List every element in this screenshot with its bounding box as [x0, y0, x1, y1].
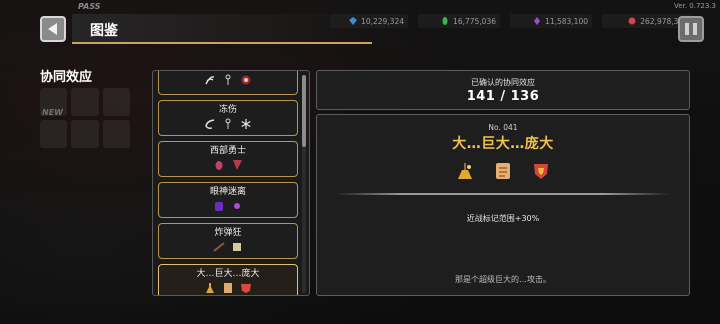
wand-icon — [225, 118, 231, 129]
leaf-icon — [442, 17, 448, 25]
detail-divider — [335, 193, 671, 195]
flask-icon[interactable] — [455, 161, 475, 181]
scroll-icon — [224, 282, 232, 293]
potion-icon — [215, 201, 223, 211]
synergy-list-item[interactable] — [158, 71, 298, 95]
currency-crystals: 11,583,100 — [510, 14, 592, 28]
crystal-icon — [534, 17, 541, 25]
synergy-list-item-selected[interactable]: 大…巨大…庞大 — [158, 264, 298, 295]
scroll-icon[interactable] — [493, 161, 513, 181]
list-scrollbar[interactable] — [302, 75, 306, 293]
list-scrollbar-thumb[interactable] — [302, 75, 306, 147]
synergy-detail-panel: No. 041 大…巨大…庞大 近战标记范围+30% 那是个超级巨大的…攻击。 — [316, 114, 690, 296]
back-arrow-icon — [48, 23, 57, 35]
pause-button[interactable] — [678, 16, 704, 42]
ghost-new-label: NEW — [42, 108, 63, 117]
currency-bar: 10,229,324 16,775,036 11,583,100 262,978… — [330, 14, 692, 30]
ruby-icon — [628, 17, 636, 25]
page-title: 图鉴 — [90, 23, 118, 39]
currency-gems: 10,229,324 — [330, 14, 408, 28]
flask-icon — [206, 282, 214, 293]
claw-icon — [205, 118, 215, 129]
synergy-list[interactable]: 冻伤 西部勇士 眼神迷离 炸弹狂 大…巨大…庞大 — [158, 71, 300, 295]
synergy-list-panel: 冻伤 西部勇士 眼神迷离 炸弹狂 大…巨大…庞大 — [152, 70, 310, 296]
synergy-component-icons — [317, 161, 689, 183]
snowflake-icon — [241, 118, 251, 129]
pause-bar-right — [693, 23, 697, 35]
synergy-list-item[interactable]: 西部勇士 — [158, 141, 298, 177]
synergy-count-label: 已确认的协同效应 — [471, 78, 535, 87]
background-menu-ghost — [40, 88, 130, 148]
back-button[interactable] — [40, 16, 66, 42]
version-label: Ver. 0.723.3 — [674, 2, 716, 10]
synergy-list-item[interactable]: 眼神迷离 — [158, 182, 298, 218]
section-title: 协同效应 — [40, 70, 93, 85]
scroll-icon — [233, 242, 241, 251]
synergy-name: 大…巨大…庞大 — [452, 136, 554, 152]
egg-icon — [215, 160, 223, 170]
banner-icon — [233, 159, 242, 170]
synergy-list-item[interactable]: 冻伤 — [158, 100, 298, 136]
synergy-number: No. 041 — [488, 123, 518, 132]
shield-icon — [241, 283, 251, 293]
shield-icon[interactable] — [531, 161, 551, 181]
synergy-effect: 近战标记范围+30% — [466, 214, 540, 223]
shield-icon — [241, 75, 251, 84]
synergy-description: 那是个超级巨大的…攻击。 — [455, 275, 551, 284]
rifle-icon — [213, 241, 225, 252]
gem-icon — [349, 17, 358, 25]
wand-icon — [225, 74, 231, 85]
pause-bar-left — [685, 23, 689, 35]
pass-tag: PASS — [78, 2, 101, 11]
orb-icon — [234, 202, 240, 209]
synergy-count-value: 141 / 136 — [466, 89, 540, 104]
claw-icon — [205, 75, 215, 84]
synergy-list-item[interactable]: 炸弹狂 — [158, 223, 298, 259]
synergy-count-panel: 已确认的协同效应 141 / 136 — [316, 70, 690, 110]
currency-leaves: 16,775,036 — [418, 14, 500, 28]
